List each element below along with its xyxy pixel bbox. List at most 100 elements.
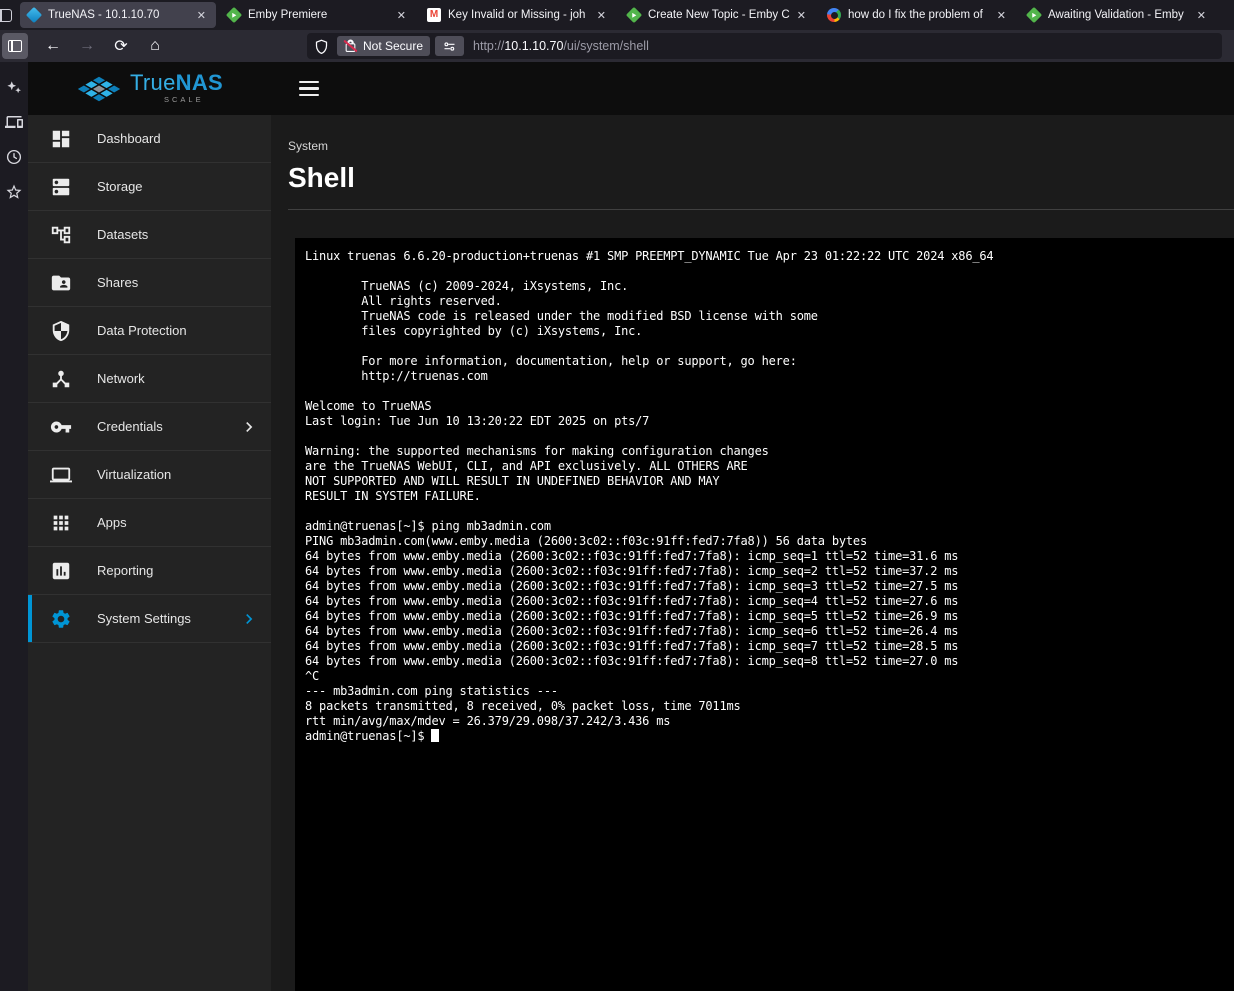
tab-close-icon[interactable]: ✕ xyxy=(1194,8,1209,23)
terminal-line: 64 bytes from www.emby.media (2600:3c02:… xyxy=(305,594,1228,609)
browser-tab[interactable]: TrueNAS - 10.1.10.70 ✕ xyxy=(20,2,216,28)
sidebar-item-datasets[interactable]: Datasets xyxy=(28,211,271,259)
terminal-cursor xyxy=(431,729,439,742)
history-icon[interactable] xyxy=(5,148,23,166)
tab-close-icon[interactable]: ✕ xyxy=(994,8,1009,23)
sidebar-item-dashboard[interactable]: Dashboard xyxy=(28,115,271,163)
terminal-line: 64 bytes from www.emby.media (2600:3c02:… xyxy=(305,549,1228,564)
tab-title: Create New Topic - Emby C xyxy=(648,9,790,21)
browser-tab[interactable]: Create New Topic - Emby C ✕ xyxy=(620,2,816,28)
truenas-favicon-icon xyxy=(26,7,42,23)
sidebar-item-apps[interactable]: Apps xyxy=(28,499,271,547)
sidebar-toggle-button[interactable] xyxy=(2,33,28,59)
gmail-favicon-icon: M xyxy=(427,8,441,22)
tab-close-icon[interactable]: ✕ xyxy=(594,8,609,23)
terminal-line: Linux truenas 6.6.20-production+truenas … xyxy=(305,249,1228,264)
virtualization-icon xyxy=(50,464,72,486)
ai-chat-icon[interactable] xyxy=(5,78,23,96)
browser-tab-bar: TrueNAS - 10.1.10.70 ✕ Emby Premiere ✕ M… xyxy=(0,0,1234,30)
terminal-line: http://truenas.com xyxy=(305,369,1228,384)
browser-tab[interactable]: Awaiting Validation - Emby ✕ xyxy=(1020,2,1216,28)
forward-icon: → xyxy=(79,37,95,55)
truenas-logo xyxy=(76,70,122,108)
terminal-line: --- mb3admin.com ping statistics --- xyxy=(305,684,1228,699)
terminal-line: 64 bytes from www.emby.media (2600:3c02:… xyxy=(305,564,1228,579)
sidebar-item-label: Credentials xyxy=(97,419,163,434)
back-button[interactable]: ← xyxy=(40,33,66,59)
terminal-line: 64 bytes from www.emby.media (2600:3c02:… xyxy=(305,579,1228,594)
terminal-line: Warning: the supported mechanisms for ma… xyxy=(305,444,1228,459)
permissions-icon xyxy=(442,39,457,54)
terminal-line xyxy=(305,264,1228,279)
terminal-line xyxy=(305,429,1228,444)
tracking-shield-icon[interactable] xyxy=(314,39,329,54)
home-button[interactable]: ⌂ xyxy=(142,33,168,59)
terminal-line: NOT SUPPORTED AND WILL RESULT IN UNDEFIN… xyxy=(305,474,1228,489)
terminal-line: 8 packets transmitted, 8 received, 0% pa… xyxy=(305,699,1228,714)
truenas-app: TrueNAS SCALE Dashboard Storage Datasets… xyxy=(28,62,1234,991)
terminal-line: 64 bytes from www.emby.media (2600:3c02:… xyxy=(305,654,1228,669)
terminal-line: TrueNAS (c) 2009-2024, iXsystems, Inc. xyxy=(305,279,1228,294)
tab-close-icon[interactable]: ✕ xyxy=(194,8,209,23)
synced-tabs-icon[interactable] xyxy=(5,113,23,131)
url-host: 10.1.10.70 xyxy=(504,39,563,53)
sidebar-item-network[interactable]: Network xyxy=(28,355,271,403)
sidebar-item-shares[interactable]: Shares xyxy=(28,259,271,307)
tab-close-icon[interactable]: ✕ xyxy=(794,8,809,23)
home-icon: ⌂ xyxy=(150,37,160,55)
sidebar-item-virtualization[interactable]: Virtualization xyxy=(28,451,271,499)
shell-terminal[interactable]: Linux truenas 6.6.20-production+truenas … xyxy=(295,238,1234,991)
terminal-output: Linux truenas 6.6.20-production+truenas … xyxy=(305,249,1228,729)
emby-favicon-icon xyxy=(226,7,242,23)
forward-button[interactable]: → xyxy=(74,33,100,59)
terminal-line: files copyrighted by (c) iXsystems, Inc. xyxy=(305,324,1228,339)
browser-toolbar: ← → ⟳ ⌂ Not Secure http://10.1.10.70/ui/… xyxy=(0,30,1234,62)
datasets-icon xyxy=(50,224,72,246)
app-sidebar: Dashboard Storage Datasets Shares Data P… xyxy=(28,115,271,991)
breadcrumb: System xyxy=(288,139,1234,153)
brand-name: TrueNAS xyxy=(130,73,223,93)
shares-icon xyxy=(50,272,72,294)
tab-close-icon[interactable]: ✕ xyxy=(394,8,409,23)
emby-favicon-icon xyxy=(1026,7,1042,23)
terminal-line: rtt min/avg/max/mdev = 26.379/29.098/37.… xyxy=(305,714,1228,729)
terminal-line: Welcome to TrueNAS xyxy=(305,399,1228,414)
sidebar-item-label: Dashboard xyxy=(97,131,161,146)
sidebar-item-label: Reporting xyxy=(97,563,153,578)
browser-tab[interactable]: M Key Invalid or Missing - joh ✕ xyxy=(420,2,616,28)
sidebar-item-credentials[interactable]: Credentials xyxy=(28,403,271,451)
brand-edition: SCALE xyxy=(164,95,223,104)
sidebar-item-label: Datasets xyxy=(97,227,148,242)
permissions-button[interactable] xyxy=(435,36,464,56)
sidebar-item-storage[interactable]: Storage xyxy=(28,163,271,211)
sidebar-toggle-icon xyxy=(8,40,22,52)
terminal-line xyxy=(305,504,1228,519)
terminal-line: 64 bytes from www.emby.media (2600:3c02:… xyxy=(305,639,1228,654)
sidebar-item-reporting[interactable]: Reporting xyxy=(28,547,271,595)
sidebar-item-system-settings[interactable]: System Settings xyxy=(28,595,271,643)
bookmarks-icon[interactable] xyxy=(5,183,23,201)
storage-icon xyxy=(50,176,72,198)
terminal-line xyxy=(305,339,1228,354)
tab-title: Awaiting Validation - Emby xyxy=(1048,9,1190,21)
browser-tab[interactable]: how do I fix the problem of ✕ xyxy=(820,2,1016,28)
tab-title: Emby Premiere xyxy=(248,9,390,21)
reporting-icon xyxy=(50,560,72,582)
google-favicon-icon xyxy=(827,8,841,22)
browser-tab[interactable]: Emby Premiere ✕ xyxy=(220,2,416,28)
truenas-brand: TrueNAS SCALE xyxy=(28,70,271,108)
sidebar-item-label: System Settings xyxy=(97,611,191,626)
address-bar[interactable]: Not Secure http://10.1.10.70/ui/system/s… xyxy=(307,33,1222,59)
network-icon xyxy=(50,368,72,390)
window-panel-icon[interactable] xyxy=(0,9,12,22)
terminal-line: PING mb3admin.com(www.emby.media (2600:3… xyxy=(305,534,1228,549)
chevron-right-icon xyxy=(239,417,259,437)
reload-button[interactable]: ⟳ xyxy=(108,33,134,59)
terminal-line xyxy=(305,384,1228,399)
not-secure-badge[interactable]: Not Secure xyxy=(337,36,430,56)
terminal-line: All rights reserved. xyxy=(305,294,1228,309)
not-secure-label: Not Secure xyxy=(363,39,423,53)
sidebar-item-data-protection[interactable]: Data Protection xyxy=(28,307,271,355)
menu-toggle-button[interactable] xyxy=(295,77,323,101)
tab-title: how do I fix the problem of xyxy=(848,9,990,21)
